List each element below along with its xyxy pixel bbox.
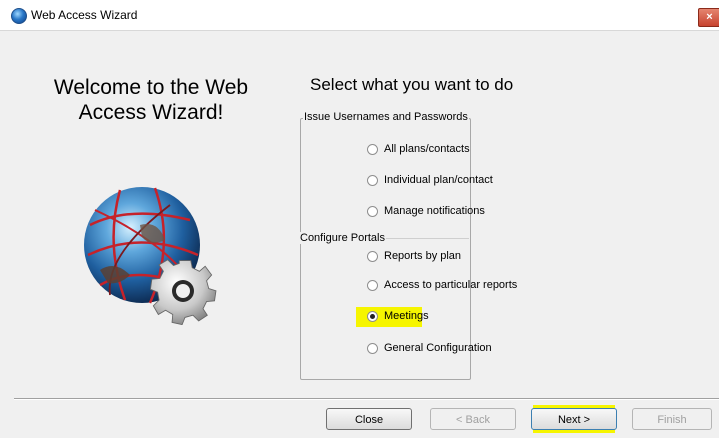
- radio-meetings[interactable]: Meetings: [367, 310, 429, 322]
- radio-label: Manage notifications: [384, 205, 485, 217]
- globe-icon: [11, 8, 27, 24]
- back-button[interactable]: < Back: [430, 408, 516, 430]
- radio-button[interactable]: [367, 250, 378, 262]
- welcome-text: Welcome to the Web Access Wizard!: [28, 75, 274, 125]
- radio-manage-notifications[interactable]: Manage notifications: [367, 205, 485, 217]
- radio-individual-plan[interactable]: Individual plan/contact: [367, 174, 493, 186]
- radio-button[interactable]: [367, 143, 378, 155]
- radio-access-reports[interactable]: Access to particular reports: [367, 279, 517, 291]
- radio-all-plans[interactable]: All plans/contacts: [367, 143, 470, 155]
- radio-label: Individual plan/contact: [384, 174, 493, 186]
- close-button[interactable]: Close: [326, 408, 412, 430]
- radio-reports-by-plan[interactable]: Reports by plan: [367, 250, 461, 262]
- group-label-configure: Configure Portals: [299, 232, 386, 244]
- finish-button[interactable]: Finish: [632, 408, 712, 430]
- radio-button[interactable]: [367, 174, 378, 186]
- welcome-line-2: Access Wizard!: [78, 101, 224, 124]
- radio-button[interactable]: [367, 205, 378, 217]
- radio-label: Reports by plan: [384, 250, 462, 262]
- radio-label: All plans/contacts: [384, 143, 470, 155]
- radio-general-configuration[interactable]: General Configuration: [367, 342, 492, 354]
- globe-gear-icon: [84, 187, 217, 325]
- welcome-line-1: Welcome to the Web: [53, 76, 249, 99]
- radio-button[interactable]: [367, 279, 378, 291]
- next-button[interactable]: Next >: [531, 408, 617, 430]
- radio-label: Meetings: [384, 310, 429, 322]
- window-title: Web Access Wizard: [31, 8, 138, 22]
- radio-button[interactable]: [367, 342, 378, 354]
- options-groupbox: [300, 118, 471, 380]
- wizard-window: Web Access Wizard × Welcome to the Web A…: [0, 0, 719, 438]
- page-heading: Select what you want to do: [310, 75, 514, 94]
- radio-label: Access to particular reports: [384, 279, 518, 291]
- window-close-button[interactable]: ×: [698, 8, 719, 27]
- title-bar: Web Access Wizard ×: [0, 0, 719, 31]
- button-bar-separator: [14, 398, 719, 400]
- radio-label: General Configuration: [384, 342, 492, 354]
- group-label-issue: Issue Usernames and Passwords: [303, 111, 469, 123]
- radio-button-selected[interactable]: [367, 310, 378, 322]
